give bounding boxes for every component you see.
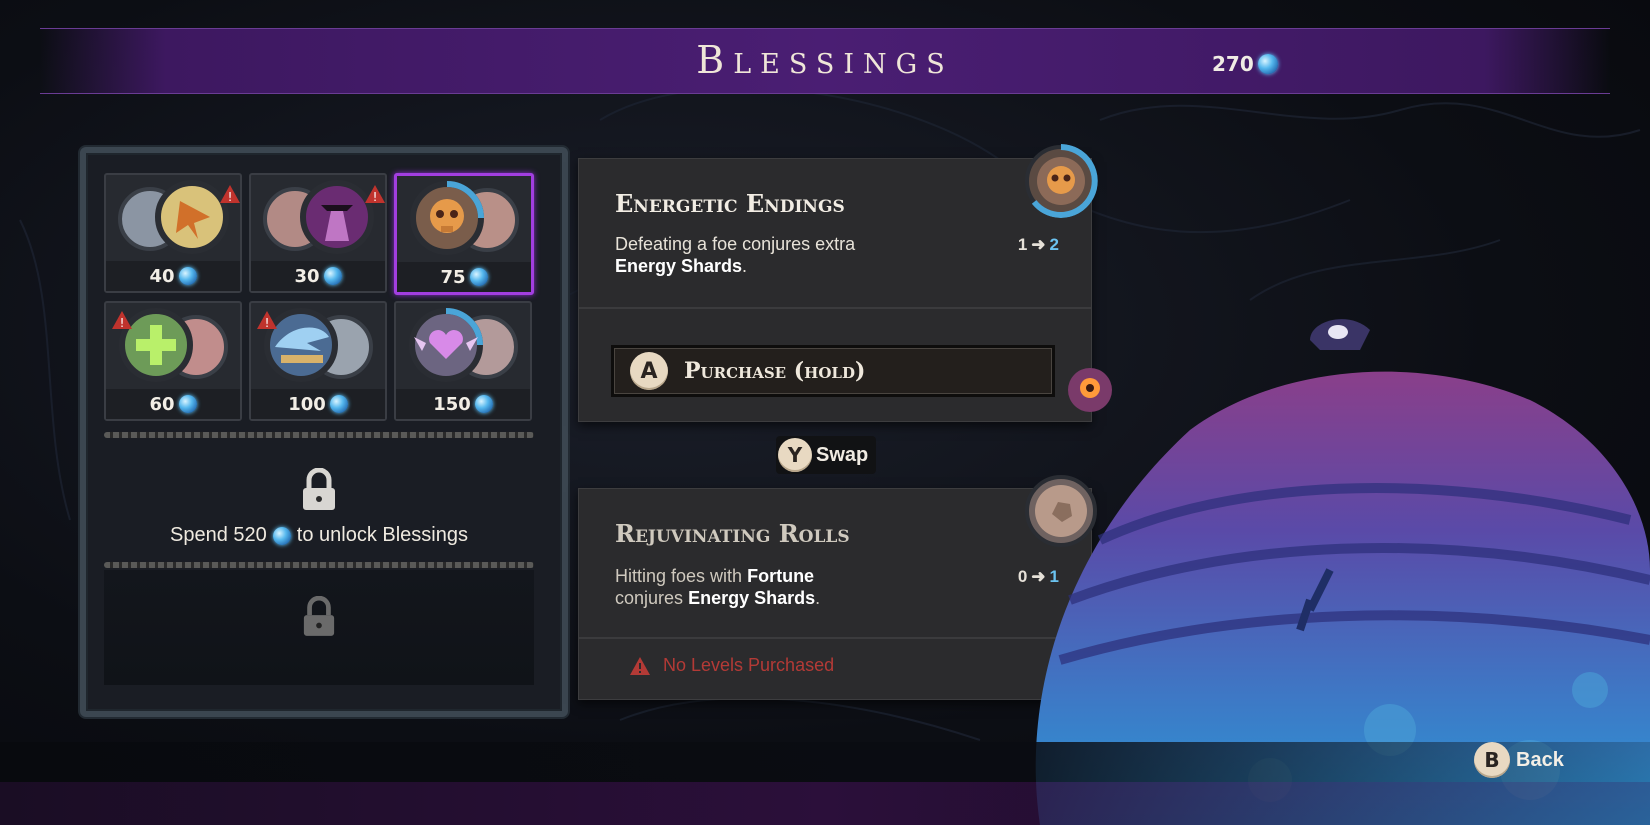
divider: [579, 307, 1091, 309]
hooded-figure-icon: !: [263, 180, 385, 254]
chain-divider: [104, 432, 534, 438]
purchase-button[interactable]: A Purchase (hold): [611, 345, 1055, 397]
green-cross-icon: !: [112, 308, 228, 382]
blessing-title: Energetic Endings: [615, 189, 845, 218]
blessing-description: Hitting foes with Fortune conjures Energ…: [615, 566, 821, 608]
svg-text:!: !: [120, 316, 125, 330]
y-button-icon: Y: [778, 438, 812, 472]
chain-divider: [104, 562, 534, 568]
footer-bar: [0, 742, 1650, 782]
blessing-slot-4[interactable]: ! 60: [104, 301, 242, 421]
slot-cost: 30: [251, 261, 385, 291]
page-title: Blessings: [696, 38, 954, 82]
blessing-slot-6[interactable]: 150: [394, 301, 532, 421]
skull-icon: [410, 181, 519, 255]
slot-cost: 100: [251, 389, 385, 419]
blessing-slot-5[interactable]: ! 100: [249, 301, 387, 421]
energy-shard-icon: [329, 395, 348, 413]
back-button[interactable]: B Back: [1474, 742, 1564, 778]
a-button-icon: A: [630, 352, 668, 390]
blessing-description: Defeating a foe conjures extra Energy Sh…: [615, 234, 856, 276]
winged-heart-icon: [409, 308, 518, 382]
blessing-slot-1[interactable]: ! 40: [104, 173, 242, 293]
energy-shard-icon: [272, 526, 291, 545]
unlock-message: Spend 520 to unlock Blessings: [170, 524, 468, 546]
energy-shard-icon: [323, 267, 342, 285]
skull-emblem-icon: [1025, 144, 1098, 218]
energy-shard-icon: [178, 395, 197, 413]
b-button-icon: B: [1474, 742, 1510, 778]
lock-icon: [104, 467, 534, 517]
energy-shard-icon: [1257, 54, 1278, 74]
slot-cost: 60: [106, 389, 240, 419]
swap-button[interactable]: Y Swap: [776, 436, 877, 474]
blessing-title: Rejuvinating Rolls: [615, 519, 850, 548]
bottom-decorative-strip: [0, 782, 1650, 825]
currency-amount: 270: [1212, 52, 1254, 76]
blessing-slot-3[interactable]: 75: [394, 173, 534, 295]
energy-shard-icon: [178, 267, 197, 285]
energy-shard-icon: [474, 395, 493, 413]
arrow-shatter-icon: !: [118, 180, 240, 254]
slot-cost: 75: [397, 262, 531, 292]
level-change: 1 ➜ 2: [1017, 235, 1059, 254]
lock-icon: [104, 595, 534, 643]
warning-icon: [630, 656, 650, 675]
currency-display: 270: [1212, 52, 1278, 76]
no-levels-warning: No Levels Purchased: [629, 655, 834, 676]
svg-text:!: !: [265, 316, 270, 330]
arrow-right-icon: ➜: [1031, 235, 1046, 254]
energy-shard-icon: [469, 268, 488, 286]
svg-text:!: !: [373, 190, 378, 204]
svg-text:!: !: [228, 190, 233, 204]
blessing-slot-2[interactable]: ! 30: [249, 173, 387, 293]
slot-cost: 40: [106, 261, 240, 291]
blue-wing-icon: !: [257, 308, 373, 382]
slot-cost: 150: [396, 389, 530, 419]
